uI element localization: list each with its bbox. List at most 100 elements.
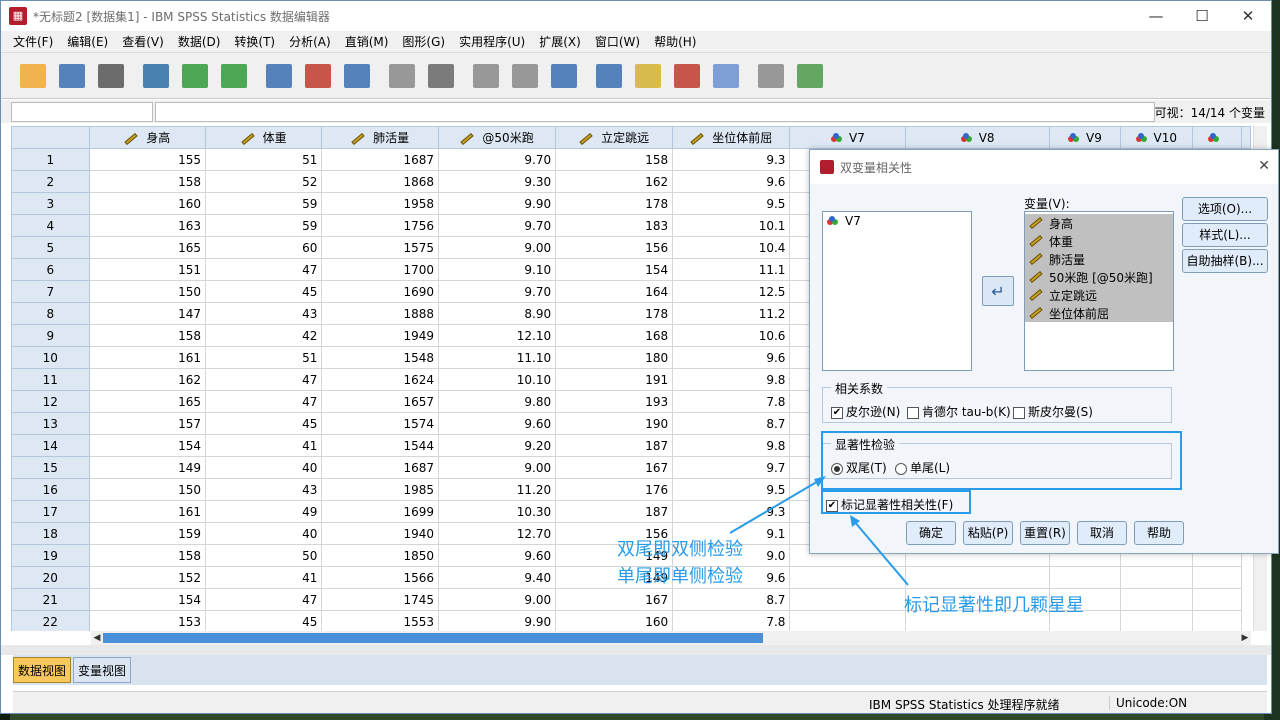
data-cell[interactable]: 1624: [321, 368, 440, 391]
data-cell[interactable]: 10.10: [438, 368, 557, 391]
pearson-check-box[interactable]: ✔: [831, 406, 843, 419]
menu-item-4[interactable]: 转换(T): [230, 33, 285, 50]
data-cell[interactable]: 178: [555, 192, 674, 215]
horizontal-scrollbar[interactable]: ◀ ▶: [91, 631, 1251, 645]
data-cell[interactable]: 190: [555, 412, 674, 435]
menu-item-10[interactable]: 窗口(W): [591, 33, 650, 50]
empty-cell[interactable]: [789, 610, 907, 631]
goto-variable-button[interactable]: [300, 59, 336, 93]
data-cell[interactable]: 9.60: [438, 412, 557, 435]
data-cell[interactable]: 47: [204, 588, 323, 611]
close-button[interactable]: ✕: [1225, 1, 1271, 31]
data-cell[interactable]: 154: [555, 258, 674, 281]
data-cell[interactable]: 149: [88, 456, 206, 479]
row-number[interactable]: 2: [11, 170, 90, 193]
data-cell[interactable]: 193: [555, 390, 674, 413]
data-cell[interactable]: 45: [204, 412, 323, 435]
data-cell[interactable]: 1687: [321, 456, 440, 479]
data-cell[interactable]: 11.20: [438, 478, 557, 501]
row-number[interactable]: 18: [11, 522, 90, 545]
row-number[interactable]: 4: [11, 214, 90, 237]
data-cell[interactable]: 158: [88, 544, 206, 567]
data-cell[interactable]: 11.10: [438, 346, 557, 369]
scroll-left-icon[interactable]: ◀: [91, 631, 103, 645]
column-header[interactable]: [1241, 126, 1251, 149]
data-cell[interactable]: 1548: [321, 346, 440, 369]
empty-cell[interactable]: [1191, 610, 1242, 631]
empty-cell[interactable]: [1120, 566, 1193, 589]
style-button[interactable]: 样式(L)...: [1182, 223, 1268, 247]
menu-item-7[interactable]: 图形(G): [398, 33, 455, 50]
data-cell[interactable]: 9.3: [672, 500, 791, 523]
data-cell[interactable]: 59: [204, 214, 323, 237]
menu-item-0[interactable]: 文件(F): [9, 33, 63, 50]
column-header[interactable]: 身高: [88, 126, 206, 149]
variables-button[interactable]: [339, 59, 375, 93]
paste-button[interactable]: 粘贴(P): [963, 521, 1013, 545]
tab-variable-view[interactable]: 变量视图: [73, 657, 132, 683]
spelling-button[interactable]: [792, 59, 828, 93]
data-cell[interactable]: 1958: [321, 192, 440, 215]
data-cell[interactable]: 147: [88, 302, 206, 325]
list-item[interactable]: 体重: [1025, 232, 1173, 250]
column-header[interactable]: 立定跳远: [555, 126, 674, 149]
data-cell[interactable]: 1756: [321, 214, 440, 237]
data-cell[interactable]: 161: [88, 500, 206, 523]
menu-item-1[interactable]: 编辑(E): [63, 33, 118, 50]
kendall-check-box[interactable]: [907, 406, 919, 419]
data-cell[interactable]: 9.6: [672, 346, 791, 369]
data-cell[interactable]: 1868: [321, 170, 440, 193]
data-cell[interactable]: 1940: [321, 522, 440, 545]
data-cell[interactable]: 168: [555, 324, 674, 347]
show-all-variables-button[interactable]: [753, 59, 789, 93]
data-cell[interactable]: 9.70: [438, 148, 557, 171]
data-cell[interactable]: 47: [204, 258, 323, 281]
row-number[interactable]: 11: [11, 368, 90, 391]
data-cell[interactable]: 153: [88, 610, 206, 631]
data-cell[interactable]: 160: [88, 192, 206, 215]
data-cell[interactable]: 180: [555, 346, 674, 369]
column-header[interactable]: 肺活量: [321, 126, 440, 149]
row-number[interactable]: 17: [11, 500, 90, 523]
data-cell[interactable]: 8.90: [438, 302, 557, 325]
data-cell[interactable]: 157: [88, 412, 206, 435]
data-cell[interactable]: 160: [555, 610, 674, 631]
data-cell[interactable]: 9.70: [438, 280, 557, 303]
data-cell[interactable]: 1544: [321, 434, 440, 457]
data-cell[interactable]: 10.6: [672, 324, 791, 347]
goto-case-button[interactable]: [261, 59, 297, 93]
data-cell[interactable]: 51: [204, 346, 323, 369]
row-number[interactable]: 3: [11, 192, 90, 215]
data-cell[interactable]: 156: [555, 236, 674, 259]
row-number[interactable]: 10: [11, 346, 90, 369]
data-cell[interactable]: 9.00: [438, 236, 557, 259]
list-item[interactable]: 坐位体前屈: [1025, 304, 1173, 322]
data-cell[interactable]: 150: [88, 280, 206, 303]
data-cell[interactable]: 9.5: [672, 478, 791, 501]
value-labels-button[interactable]: [669, 59, 705, 93]
data-cell[interactable]: 12.70: [438, 522, 557, 545]
data-cell[interactable]: 9.7: [672, 456, 791, 479]
run-descriptives-button[interactable]: [384, 59, 420, 93]
data-cell[interactable]: 1553: [321, 610, 440, 631]
data-cell[interactable]: 1745: [321, 588, 440, 611]
data-cell[interactable]: 1566: [321, 566, 440, 589]
data-cell[interactable]: 9.8: [672, 368, 791, 391]
help-button[interactable]: 帮助: [1134, 521, 1184, 545]
data-cell[interactable]: 1699: [321, 500, 440, 523]
split-bar[interactable]: [1, 645, 1271, 655]
data-cell[interactable]: 1574: [321, 412, 440, 435]
list-item[interactable]: 50米跑 [@50米跑]: [1025, 268, 1173, 286]
bootstrap-button[interactable]: 自助抽样(B)...: [1182, 249, 1268, 273]
menu-item-11[interactable]: 帮助(H): [650, 33, 706, 50]
data-cell[interactable]: 1687: [321, 148, 440, 171]
row-number[interactable]: 22: [11, 610, 90, 631]
empty-cell[interactable]: [1191, 588, 1242, 611]
menu-item-9[interactable]: 扩展(X): [535, 33, 591, 50]
data-cell[interactable]: 1949: [321, 324, 440, 347]
data-cell[interactable]: 9.5: [672, 192, 791, 215]
maximize-button[interactable]: ☐: [1179, 1, 1225, 31]
data-cell[interactable]: 167: [555, 456, 674, 479]
row-number[interactable]: 6: [11, 258, 90, 281]
menu-item-3[interactable]: 数据(D): [174, 33, 231, 50]
